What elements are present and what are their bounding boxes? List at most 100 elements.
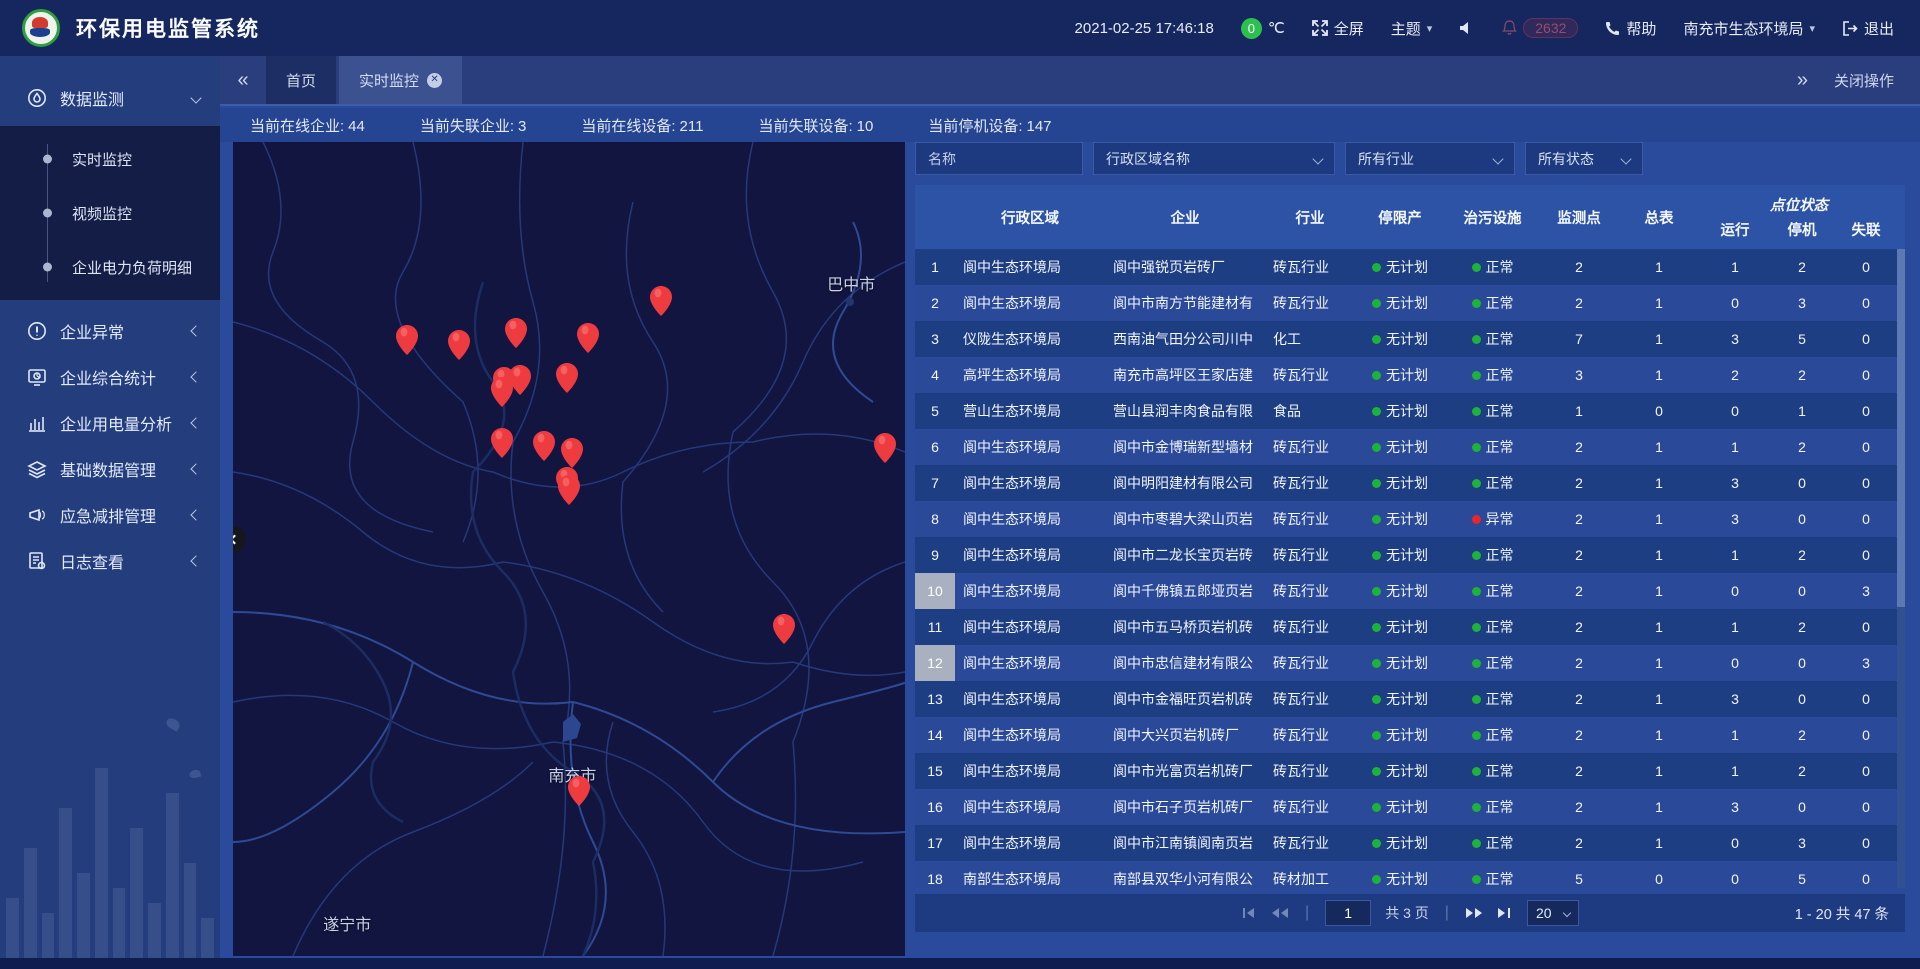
table-row[interactable]: 1阆中生态环境局阆中强锐页岩砖厂砖瓦行业无计划正常21120 bbox=[915, 249, 1905, 285]
cell-region: 阆中生态环境局 bbox=[955, 833, 1105, 853]
map-pin[interactable] bbox=[395, 324, 419, 356]
bullet-dot-icon bbox=[43, 209, 52, 218]
map-pin[interactable] bbox=[557, 474, 581, 506]
speaker-icon bbox=[1459, 21, 1475, 35]
map-pin[interactable] bbox=[873, 432, 897, 464]
table-row[interactable]: 14阆中生态环境局阆中大兴页岩机砖厂砖瓦行业无计划正常21120 bbox=[915, 717, 1905, 753]
tab-home[interactable]: 首页 bbox=[266, 56, 336, 104]
sidebar-item-power-load-detail[interactable]: 企业电力负荷明细 bbox=[0, 240, 220, 294]
status-dot-icon bbox=[1472, 659, 1481, 668]
next-page-button[interactable] bbox=[1465, 907, 1483, 919]
cell-facility-status: 正常 bbox=[1445, 689, 1540, 709]
scrollbar-thumb[interactable] bbox=[1897, 249, 1905, 607]
table-row[interactable]: 12阆中生态环境局阆中市忠信建材有限公砖瓦行业无计划正常21003 bbox=[915, 645, 1905, 681]
table-row[interactable]: 11阆中生态环境局阆中市五马桥页岩机砖砖瓦行业无计划正常21120 bbox=[915, 609, 1905, 645]
sidebar-item-emergency-reduction[interactable]: 应急减排管理 bbox=[0, 492, 220, 538]
table-row[interactable]: 7阆中生态环境局阆中明阳建材有限公司砖瓦行业无计划正常21300 bbox=[915, 465, 1905, 501]
name-filter-field[interactable] bbox=[915, 142, 1083, 175]
sidebar-item-electricity-analysis[interactable]: 企业用电量分析 bbox=[0, 400, 220, 446]
status-filter-select[interactable]: 所有状态 bbox=[1525, 142, 1643, 175]
stat-label: 当前在线企业: bbox=[250, 118, 344, 135]
butterfly-decoration bbox=[164, 716, 181, 731]
table-row[interactable]: 17阆中生态环境局阆中市江南镇阆南页岩砖瓦行业无计划正常21030 bbox=[915, 825, 1905, 861]
table-row[interactable]: 5营山生态环境局营山县润丰肉食品有限食品无计划正常10010 bbox=[915, 393, 1905, 429]
status-dot-icon bbox=[1472, 515, 1481, 524]
stat-label: 当前在线设备: bbox=[581, 118, 675, 135]
last-page-button[interactable] bbox=[1497, 907, 1513, 919]
table-row[interactable]: 4高坪生态环境局南充市高坪区王家店建砖瓦行业无计划正常31220 bbox=[915, 357, 1905, 393]
map-pin[interactable] bbox=[567, 775, 591, 807]
table-row[interactable]: 3仪陇生态环境局西南油气田分公司川中化工无计划正常71350 bbox=[915, 321, 1905, 357]
cell-lost: 0 bbox=[1834, 871, 1898, 887]
table-row[interactable]: 18南部生态环境局南部县双华小河有限公砖材加工无计划正常50050 bbox=[915, 861, 1905, 888]
table-row[interactable]: 2阆中生态环境局阆中市南方节能建材有砖瓦行业无计划正常21030 bbox=[915, 285, 1905, 321]
tabs-scroll-left-button[interactable]: « bbox=[220, 56, 266, 104]
cell-monitor-count: 2 bbox=[1540, 835, 1618, 851]
mute-button[interactable] bbox=[1459, 21, 1475, 35]
sidebar-item-data-monitoring[interactable]: 数据监测 bbox=[0, 70, 220, 126]
close-operations-button[interactable]: 关闭操作 bbox=[1834, 70, 1894, 91]
notifications[interactable]: 2632 bbox=[1502, 18, 1578, 38]
region-filter-select[interactable]: 行政区域名称 bbox=[1093, 142, 1335, 175]
status-dot-icon bbox=[1372, 659, 1381, 668]
filter-bar: 行政区域名称 所有行业 所有状态 bbox=[915, 142, 1905, 175]
cell-running: 3 bbox=[1700, 799, 1770, 815]
org-dropdown[interactable]: 南充市生态环境局▾ bbox=[1683, 18, 1815, 39]
prev-page-button[interactable] bbox=[1271, 907, 1289, 919]
sidebar-item-realtime-monitoring[interactable]: 实时监控 bbox=[0, 132, 220, 186]
map-pin[interactable] bbox=[504, 317, 528, 349]
page-number-input[interactable]: 1 bbox=[1325, 900, 1371, 926]
map-pin[interactable] bbox=[490, 376, 514, 408]
tab-close-icon[interactable]: ✕ bbox=[427, 73, 442, 88]
table-row[interactable]: 8阆中生态环境局阆中市枣碧大梁山页岩砖瓦行业无计划异常21300 bbox=[915, 501, 1905, 537]
chevron-left-icon bbox=[233, 535, 239, 545]
map-pin[interactable] bbox=[560, 437, 584, 469]
cell-facility-status: 正常 bbox=[1445, 437, 1540, 457]
help-button[interactable]: 帮助 bbox=[1605, 18, 1656, 39]
row-index: 17 bbox=[915, 825, 955, 861]
status-dot-icon bbox=[1472, 407, 1481, 416]
table-row[interactable]: 9阆中生态环境局阆中市二龙长宝页岩砖砖瓦行业无计划正常21120 bbox=[915, 537, 1905, 573]
table-scrollbar[interactable] bbox=[1897, 249, 1905, 888]
table-row[interactable]: 10阆中生态环境局阆中千佛镇五郎垭页岩砖瓦行业无计划正常21003 bbox=[915, 573, 1905, 609]
cell-stopped: 2 bbox=[1770, 259, 1834, 275]
tab-realtime-monitoring[interactable]: 实时监控 ✕ bbox=[339, 56, 462, 104]
col-header-total: 总表 bbox=[1618, 185, 1700, 249]
first-page-button[interactable] bbox=[1241, 907, 1257, 919]
map-panel[interactable]: 巴中市南充市遂宁市 bbox=[233, 142, 905, 956]
sidebar-item-basic-data[interactable]: 基础数据管理 bbox=[0, 446, 220, 492]
table-row[interactable]: 16阆中生态环境局阆中市石子页岩机砖厂砖瓦行业无计划正常21300 bbox=[915, 789, 1905, 825]
map-pin[interactable] bbox=[649, 285, 673, 317]
sidebar-item-video-monitoring[interactable]: 视频监控 bbox=[0, 186, 220, 240]
sidebar-item-enterprise-abnormal[interactable]: 企业异常 bbox=[0, 308, 220, 354]
cell-lost: 0 bbox=[1834, 511, 1898, 527]
sidebar-item-log-view[interactable]: 日志查看 bbox=[0, 538, 220, 584]
table-row[interactable]: 6阆中生态环境局阆中市金博瑞新型墙材砖瓦行业无计划正常21120 bbox=[915, 429, 1905, 465]
map-pin[interactable] bbox=[490, 427, 514, 459]
table-row[interactable]: 15阆中生态环境局阆中市光富页岩机砖厂砖瓦行业无计划正常21120 bbox=[915, 753, 1905, 789]
map-pin[interactable] bbox=[555, 362, 579, 394]
cell-facility-status: 异常 bbox=[1445, 509, 1540, 529]
row-index: 14 bbox=[915, 717, 955, 753]
sidebar-item-enterprise-statistics[interactable]: 企业综合统计 bbox=[0, 354, 220, 400]
industry-filter-select[interactable]: 所有行业 bbox=[1345, 142, 1515, 175]
fullscreen-button[interactable]: 全屏 bbox=[1312, 18, 1364, 39]
logout-button[interactable]: 退出 bbox=[1842, 18, 1894, 39]
page-size-select[interactable]: 20 bbox=[1527, 900, 1579, 926]
map-pin[interactable] bbox=[447, 329, 471, 361]
tabs-scroll-right-button[interactable]: » bbox=[1797, 69, 1808, 92]
map-pin[interactable] bbox=[576, 322, 600, 354]
cell-running: 1 bbox=[1700, 763, 1770, 779]
col-header-region: 行政区域 bbox=[955, 185, 1105, 249]
cell-stop-status: 无计划 bbox=[1355, 689, 1445, 709]
row-index: 8 bbox=[915, 501, 955, 537]
name-filter-input[interactable] bbox=[928, 151, 1070, 167]
table-row[interactable]: 13阆中生态环境局阆中市金福旺页岩机砖砖瓦行业无计划正常21300 bbox=[915, 681, 1905, 717]
theme-dropdown[interactable]: 主题▾ bbox=[1391, 18, 1433, 39]
map-pin[interactable] bbox=[772, 613, 796, 645]
cell-running: 1 bbox=[1700, 259, 1770, 275]
cell-monitor-count: 2 bbox=[1540, 511, 1618, 527]
map-pin[interactable] bbox=[532, 430, 556, 462]
cell-facility-status: 正常 bbox=[1445, 401, 1540, 421]
cell-industry: 砖瓦行业 bbox=[1265, 761, 1355, 781]
